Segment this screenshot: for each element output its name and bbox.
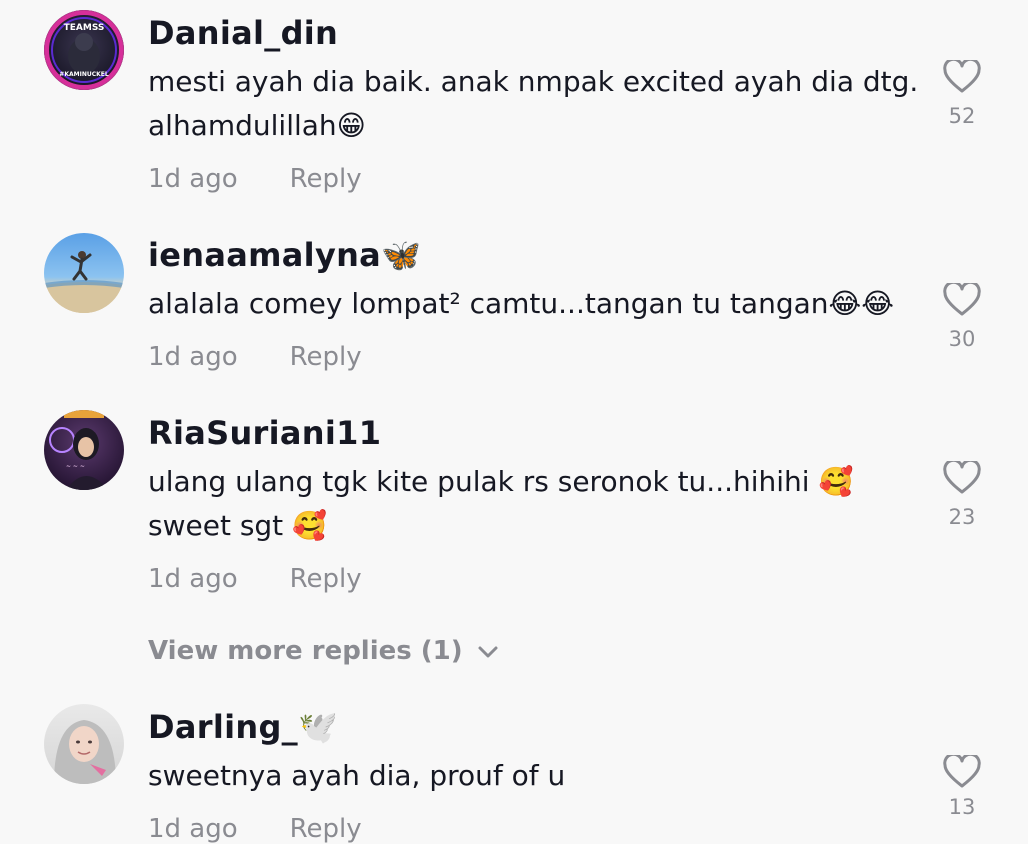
avatar-image (44, 251, 124, 313)
view-more-replies-button[interactable]: View more replies (1) (148, 636, 499, 666)
avatar-image (54, 720, 116, 784)
comment-text: sweetnya ayah dia, prouf of u (148, 754, 928, 798)
reply-button[interactable]: Reply (290, 342, 362, 372)
chevron-down-icon (478, 646, 498, 657)
comment-text-line: mesti ayah dia baik. anak nmpak excited … (148, 65, 919, 98)
reply-button[interactable]: Reply (290, 564, 362, 594)
avatar[interactable] (44, 704, 124, 784)
like-count: 13 (948, 795, 976, 819)
like-count: 52 (948, 104, 976, 128)
svg-text:~ ~ ~: ~ ~ ~ (66, 463, 85, 470)
comment-timestamp: 1d ago (148, 342, 238, 372)
avatar[interactable]: TEAMSS #KAMINUCKEL (44, 10, 124, 90)
avatar-label-bottom: #KAMINUCKEL (59, 71, 109, 78)
like-button[interactable]: 23 (936, 461, 988, 529)
like-count: 30 (948, 327, 976, 351)
comment-meta: 1d ago Reply (148, 342, 362, 372)
comment-text-line: ulang ulang tgk kite pulak rs seronok tu… (148, 465, 854, 498)
heart-icon (943, 283, 981, 316)
comment-text-line: sweet sgt 🥰 (148, 509, 327, 542)
comment-text-line: alalala comey lompat² camtu...tangan tu … (148, 287, 894, 320)
comment-text-line: sweetnya ayah dia, prouf of u (148, 759, 566, 792)
heart-icon (943, 60, 981, 93)
comment-text: alalala comey lompat² camtu...tangan tu … (148, 282, 928, 326)
comment-meta: 1d ago Reply (148, 564, 362, 594)
comment-meta: 1d ago Reply (148, 814, 362, 844)
comment-username[interactable]: ienaamalyna🦋 (148, 236, 421, 274)
avatar-image: ~ ~ ~ (49, 410, 108, 490)
view-more-replies-label: View more replies (1) (148, 636, 463, 666)
comment-timestamp: 1d ago (148, 164, 238, 194)
reply-button[interactable]: Reply (290, 814, 362, 844)
like-button[interactable]: 30 (936, 283, 988, 351)
comment-timestamp: 1d ago (148, 564, 238, 594)
comment-text-line: alhamdulillah😁 (148, 109, 366, 142)
comment-username[interactable]: Darling_🕊️ (148, 708, 338, 746)
comment-meta: 1d ago Reply (148, 164, 362, 194)
heart-icon (943, 755, 981, 788)
comment-timestamp: 1d ago (148, 814, 238, 844)
avatar[interactable]: ~ ~ ~ (44, 410, 124, 490)
avatar-label-top: TEAMSS (64, 23, 105, 33)
reply-button[interactable]: Reply (290, 164, 362, 194)
comment-username[interactable]: RiaSuriani11 (148, 414, 381, 452)
heart-icon (943, 461, 981, 494)
comment-text: mesti ayah dia baik. anak nmpak excited … (148, 60, 928, 148)
like-count: 23 (948, 505, 976, 529)
like-button[interactable]: 13 (936, 755, 988, 819)
comment-text: ulang ulang tgk kite pulak rs seronok tu… (148, 460, 928, 548)
avatar[interactable] (44, 233, 124, 313)
avatar-image: TEAMSS #KAMINUCKEL (45, 11, 123, 89)
like-button[interactable]: 52 (936, 60, 988, 128)
comment-username[interactable]: Danial_din (148, 14, 338, 52)
